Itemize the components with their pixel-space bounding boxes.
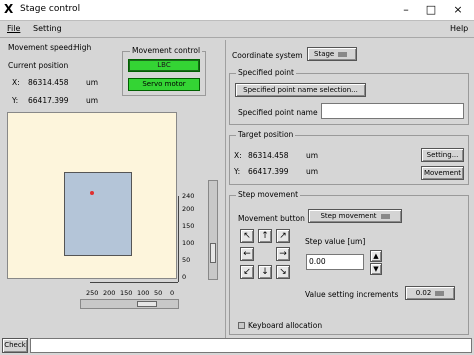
coordinate-system-dropdown[interactable]: Stage — [307, 47, 357, 61]
dropdown-arrow-icon — [380, 213, 390, 219]
dropdown-arrow-icon — [435, 290, 445, 296]
specified-point-title: Specified point — [236, 68, 296, 77]
current-y-label: Y: — [12, 96, 19, 105]
movement-mode-dropdown[interactable]: Step movement — [308, 209, 402, 223]
target-y-unit: um — [306, 167, 319, 176]
target-movement-button[interactable]: Movement — [421, 166, 464, 180]
arrow-up-right-icon[interactable]: ↗ — [276, 229, 290, 243]
status-field — [30, 338, 472, 353]
increment-value: 0.02 — [415, 289, 432, 297]
x-tick-label: 200 — [103, 289, 116, 297]
vertical-scrollbar[interactable] — [208, 180, 218, 280]
current-x-value: 86314.458 — [28, 78, 69, 87]
step-value-increase-icon[interactable]: ▲ — [370, 250, 382, 262]
menu-bar: File Setting Help — [0, 21, 474, 38]
target-x-unit: um — [306, 151, 319, 160]
x-tick-label: 250 — [86, 289, 99, 297]
window-title: Stage control — [20, 4, 81, 14]
horizontal-scroll-thumb[interactable] — [137, 301, 157, 307]
x-tick-label: 150 — [120, 289, 133, 297]
movement-speed-label: Movement speed: — [8, 43, 76, 52]
maximize-button[interactable]: □ — [423, 2, 439, 17]
x-tick-label: 0 — [170, 289, 175, 297]
current-x-label: X: — [12, 78, 20, 87]
panel-divider — [225, 40, 226, 338]
movement-mode-value: Step movement — [320, 212, 377, 220]
app-x-icon: X — [4, 2, 14, 16]
target-y-label: Y: — [234, 167, 241, 176]
close-button[interactable]: × — [450, 2, 466, 17]
target-x-value: 86314.458 — [248, 151, 289, 160]
x-tick-label: 50 — [154, 289, 163, 297]
stage-map[interactable] — [7, 112, 177, 279]
coordinate-system-label: Coordinate system — [232, 51, 303, 60]
step-value-input[interactable]: 0.00 — [306, 254, 364, 270]
arrow-up-icon[interactable]: ↑ — [258, 229, 272, 243]
target-x-label: X: — [234, 151, 242, 160]
dropdown-arrow-icon — [338, 51, 348, 57]
specified-point-name-label: Specified point name — [238, 108, 318, 117]
keyboard-allocation-checkbox[interactable] — [238, 322, 245, 329]
x-axis-line — [90, 282, 178, 283]
step-movement-title: Step movement — [236, 190, 301, 199]
current-position-label: Current position — [8, 61, 69, 70]
current-x-unit: um — [86, 78, 99, 87]
horizontal-scrollbar[interactable] — [80, 299, 179, 309]
target-y-value: 66417.399 — [248, 167, 289, 176]
y-tick-label: 100 — [182, 239, 195, 247]
x-tick-label: 100 — [137, 289, 150, 297]
arrow-right-icon[interactable]: → — [276, 247, 290, 261]
target-setting-button[interactable]: Setting... — [421, 148, 464, 162]
y-tick-label: 240 — [182, 192, 195, 200]
check-button[interactable]: Check — [2, 338, 28, 353]
y-tick-label: 200 — [182, 205, 195, 213]
arrow-down-left-icon[interactable]: ↙ — [240, 265, 254, 279]
y-tick-label: 50 — [182, 256, 191, 264]
step-value-decrease-icon[interactable]: ▼ — [370, 263, 382, 275]
arrow-up-left-icon[interactable]: ↖ — [240, 229, 254, 243]
keyboard-allocation-label: Keyboard allocation — [248, 321, 323, 330]
step-value-label: Step value [um] — [305, 237, 366, 246]
specified-point-selection-button[interactable]: Specified point name selection... — [235, 83, 366, 97]
current-y-value: 66417.399 — [28, 96, 69, 105]
movement-button-label: Movement button — [238, 214, 305, 223]
minimize-button[interactable]: – — [398, 2, 414, 17]
target-position-title: Target position — [236, 130, 296, 139]
title-bar: X Stage control – □ × — [0, 0, 474, 21]
increment-label: Value setting increments — [305, 290, 399, 299]
menu-setting[interactable]: Setting — [33, 24, 62, 33]
coordinate-system-value: Stage — [314, 50, 335, 58]
y-tick-label: 150 — [182, 222, 195, 230]
menu-file[interactable]: File — [7, 24, 20, 33]
arrow-left-icon[interactable]: ← — [240, 247, 254, 261]
servo-motor-button[interactable]: Servo motor — [128, 78, 200, 91]
y-axis-line — [178, 196, 179, 282]
increment-dropdown[interactable]: 0.02 — [405, 286, 455, 300]
position-marker — [90, 191, 94, 195]
lbc-button[interactable]: LBC — [128, 59, 200, 72]
current-y-unit: um — [86, 96, 99, 105]
movement-control-title: Movement control — [130, 46, 203, 55]
menu-help[interactable]: Help — [450, 24, 468, 33]
y-tick-label: 0 — [182, 273, 187, 281]
arrow-down-icon[interactable]: ↓ — [258, 265, 272, 279]
movement-speed-value: High — [74, 43, 92, 52]
stage-region — [64, 172, 132, 256]
specified-point-name-input[interactable] — [321, 103, 464, 119]
vertical-scroll-thumb[interactable] — [210, 243, 216, 263]
arrow-down-right-icon[interactable]: ↘ — [276, 265, 290, 279]
